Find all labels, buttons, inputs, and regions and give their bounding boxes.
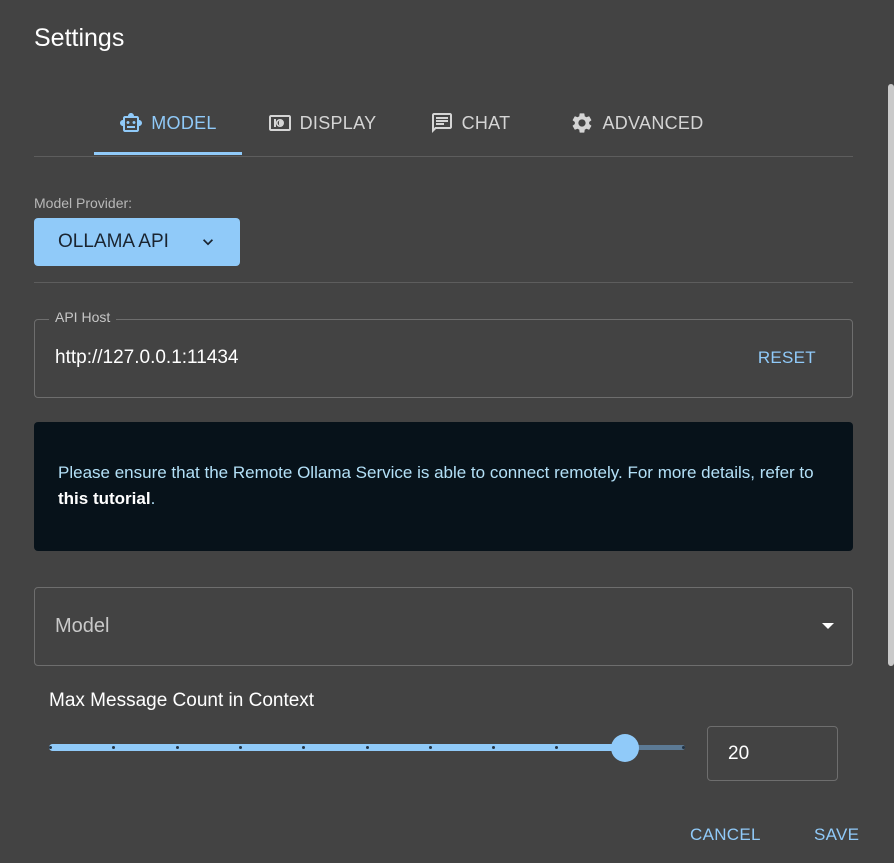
api-host-label: API Host: [49, 309, 117, 325]
tutorial-link[interactable]: this tutorial: [58, 489, 151, 508]
alert-text: Please ensure that the Remote Ollama Ser…: [58, 463, 814, 482]
tab-display-label: DISPLAY: [299, 112, 377, 133]
model-select-label: Model: [55, 615, 110, 637]
reset-button[interactable]: RESET: [758, 348, 816, 368]
settings-dialog: Settings MODEL DISPLAY CHAT ADVANCED Mod…: [0, 0, 894, 863]
info-alert: Please ensure that the Remote Ollama Ser…: [34, 422, 853, 551]
slider-mark: [49, 746, 52, 749]
max-message-count-label: Max Message Count in Context: [49, 690, 315, 711]
api-host-input[interactable]: http://127.0.0.1:11434: [55, 347, 238, 369]
gear-icon: [573, 113, 592, 133]
tab-advanced[interactable]: ADVANCED: [552, 92, 722, 154]
model-provider-label: Model Provider:: [34, 195, 133, 211]
cancel-button[interactable]: CANCEL: [690, 825, 761, 845]
display-icon: [268, 115, 291, 131]
slider-thumb[interactable]: [610, 734, 639, 762]
max-message-count-input[interactable]: [707, 726, 838, 781]
robot-icon: [120, 113, 143, 132]
model-provider-dropdown[interactable]: OLLAMA API: [34, 218, 240, 266]
slider-mark: [238, 746, 242, 749]
alert-suffix: .: [150, 489, 156, 508]
tab-chat[interactable]: CHAT: [416, 92, 524, 154]
slider-mark: [428, 746, 432, 749]
max-message-slider[interactable]: [49, 733, 685, 763]
tab-model[interactable]: MODEL: [94, 92, 242, 154]
api-host-field[interactable]: API Host http://127.0.0.1:11434 RESET: [34, 309, 853, 398]
model-provider-value: OLLAMA API: [58, 231, 169, 252]
slider-mark: [175, 746, 179, 749]
scrollbar[interactable]: [888, 84, 894, 666]
slider-track: [49, 744, 625, 751]
tab-model-label: MODEL: [151, 112, 217, 133]
model-select[interactable]: Model: [34, 587, 853, 666]
caret-down-icon: [822, 623, 834, 629]
section-divider: [34, 282, 853, 283]
slider-mark: [682, 746, 685, 749]
dialog-title: Settings: [34, 24, 125, 52]
chevron-down-icon: [203, 239, 213, 246]
tab-display[interactable]: DISPLAY: [256, 92, 388, 154]
tab-bar: MODEL DISPLAY CHAT ADVANCED: [34, 92, 853, 157]
slider-mark: [365, 746, 369, 749]
tab-advanced-label: ADVANCED: [602, 112, 704, 133]
active-tab-indicator: [94, 152, 242, 155]
chat-icon: [431, 113, 452, 133]
tab-chat-label: CHAT: [461, 112, 511, 133]
save-button[interactable]: SAVE: [814, 825, 859, 845]
